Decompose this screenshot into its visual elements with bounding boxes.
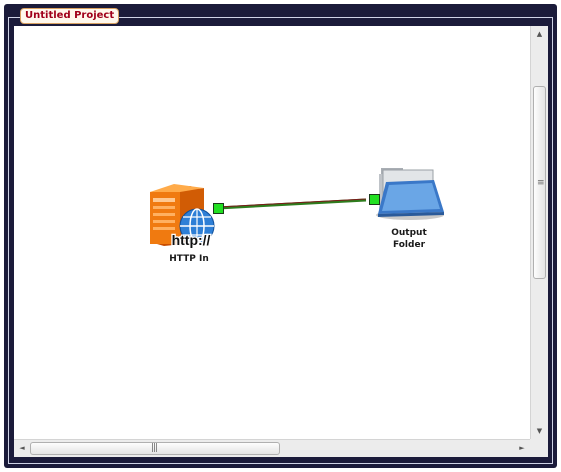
vertical-grip-icon: ≡ xyxy=(537,178,545,188)
scroll-right-arrow[interactable]: ► xyxy=(514,440,530,457)
connection-line[interactable] xyxy=(217,198,367,210)
output-folder-icon[interactable] xyxy=(376,168,444,220)
vertical-scroll-thumb[interactable]: ≡ xyxy=(533,86,546,279)
workflow-canvas[interactable]: http:// HTTP In Output Folder xyxy=(14,26,530,439)
horizontal-scroll-thumb[interactable]: ||| xyxy=(30,442,280,455)
horizontal-scrollbar[interactable]: ◄ ||| ► xyxy=(14,439,530,457)
http-in-label: HTTP In xyxy=(169,254,209,264)
scroll-up-arrow[interactable]: ▲ xyxy=(531,26,548,42)
output-folder-label: Output Folder xyxy=(369,227,449,251)
horizontal-grip-icon: ||| xyxy=(151,443,158,453)
scroll-down-arrow[interactable]: ▼ xyxy=(531,423,548,439)
output-folder-label-line1: Output xyxy=(391,228,427,238)
http-badge-text: http:// xyxy=(172,232,211,248)
scrollbar-corner xyxy=(530,439,548,457)
http-in-output-port[interactable] xyxy=(213,203,224,214)
canvas-drawing: http:// xyxy=(150,168,444,249)
scroll-left-arrow[interactable]: ◄ xyxy=(14,440,30,457)
project-tab[interactable]: Untitled Project xyxy=(20,8,120,24)
vertical-scrollbar[interactable]: ▲ ≡ ▼ xyxy=(530,26,548,439)
output-folder-input-port[interactable] xyxy=(369,194,380,205)
output-folder-label-line2: Folder xyxy=(392,240,426,250)
